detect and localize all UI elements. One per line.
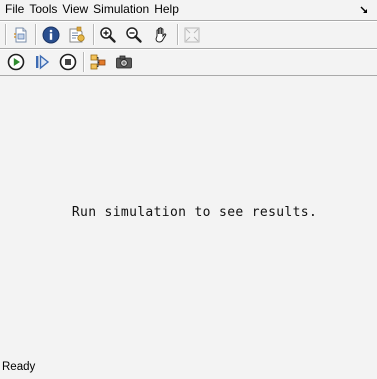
- zoom-in-icon: [99, 26, 117, 44]
- fit-to-view-icon: [183, 26, 201, 44]
- info-button[interactable]: [40, 24, 62, 46]
- simulation-toolbar: [0, 50, 377, 75]
- menu-items: File Tools View Simulation Help: [5, 2, 184, 17]
- page-setup-button[interactable]: [9, 24, 31, 46]
- menu-bar: File Tools View Simulation Help: [0, 0, 377, 19]
- block-diagram-button[interactable]: [87, 51, 109, 73]
- snapshot-camera-icon: [115, 53, 133, 71]
- canvas-message: Run simulation to see results.: [71, 205, 318, 220]
- page-setup-icon: [11, 26, 29, 44]
- info-icon: [42, 26, 60, 44]
- zoom-out-icon: [125, 26, 143, 44]
- pan-button[interactable]: [150, 24, 172, 46]
- menu-tools[interactable]: Tools: [29, 2, 57, 17]
- toolbar-separator: [35, 24, 36, 45]
- pan-hand-icon: [152, 26, 170, 44]
- status-bar: Ready: [0, 358, 377, 379]
- run-icon: [7, 53, 25, 71]
- block-diagram-icon: [89, 53, 107, 71]
- toolbar-grip: [5, 24, 6, 45]
- status-text: Ready: [2, 361, 36, 373]
- toolbar-separator: [93, 24, 94, 45]
- step-icon: [33, 53, 51, 71]
- toolbar-separator: [83, 52, 84, 72]
- step-button[interactable]: [31, 51, 53, 73]
- properties-button[interactable]: [66, 24, 88, 46]
- results-canvas: Run simulation to see results.: [0, 76, 377, 358]
- properties-icon: [68, 26, 86, 44]
- menu-view[interactable]: View: [62, 2, 88, 17]
- snapshot-button[interactable]: [113, 51, 135, 73]
- run-button[interactable]: [5, 51, 27, 73]
- toolbar-separator: [177, 24, 178, 45]
- main-toolbar: [0, 22, 377, 48]
- zoom-in-button[interactable]: [97, 24, 119, 46]
- zoom-out-button[interactable]: [123, 24, 145, 46]
- stop-button[interactable]: [57, 51, 79, 73]
- undock-arrow-icon[interactable]: [360, 4, 369, 13]
- menu-simulation[interactable]: Simulation: [93, 2, 149, 17]
- fit-to-view-button[interactable]: [181, 24, 203, 46]
- menu-file[interactable]: File: [5, 2, 24, 17]
- menu-help[interactable]: Help: [154, 2, 179, 17]
- stop-icon: [59, 53, 77, 71]
